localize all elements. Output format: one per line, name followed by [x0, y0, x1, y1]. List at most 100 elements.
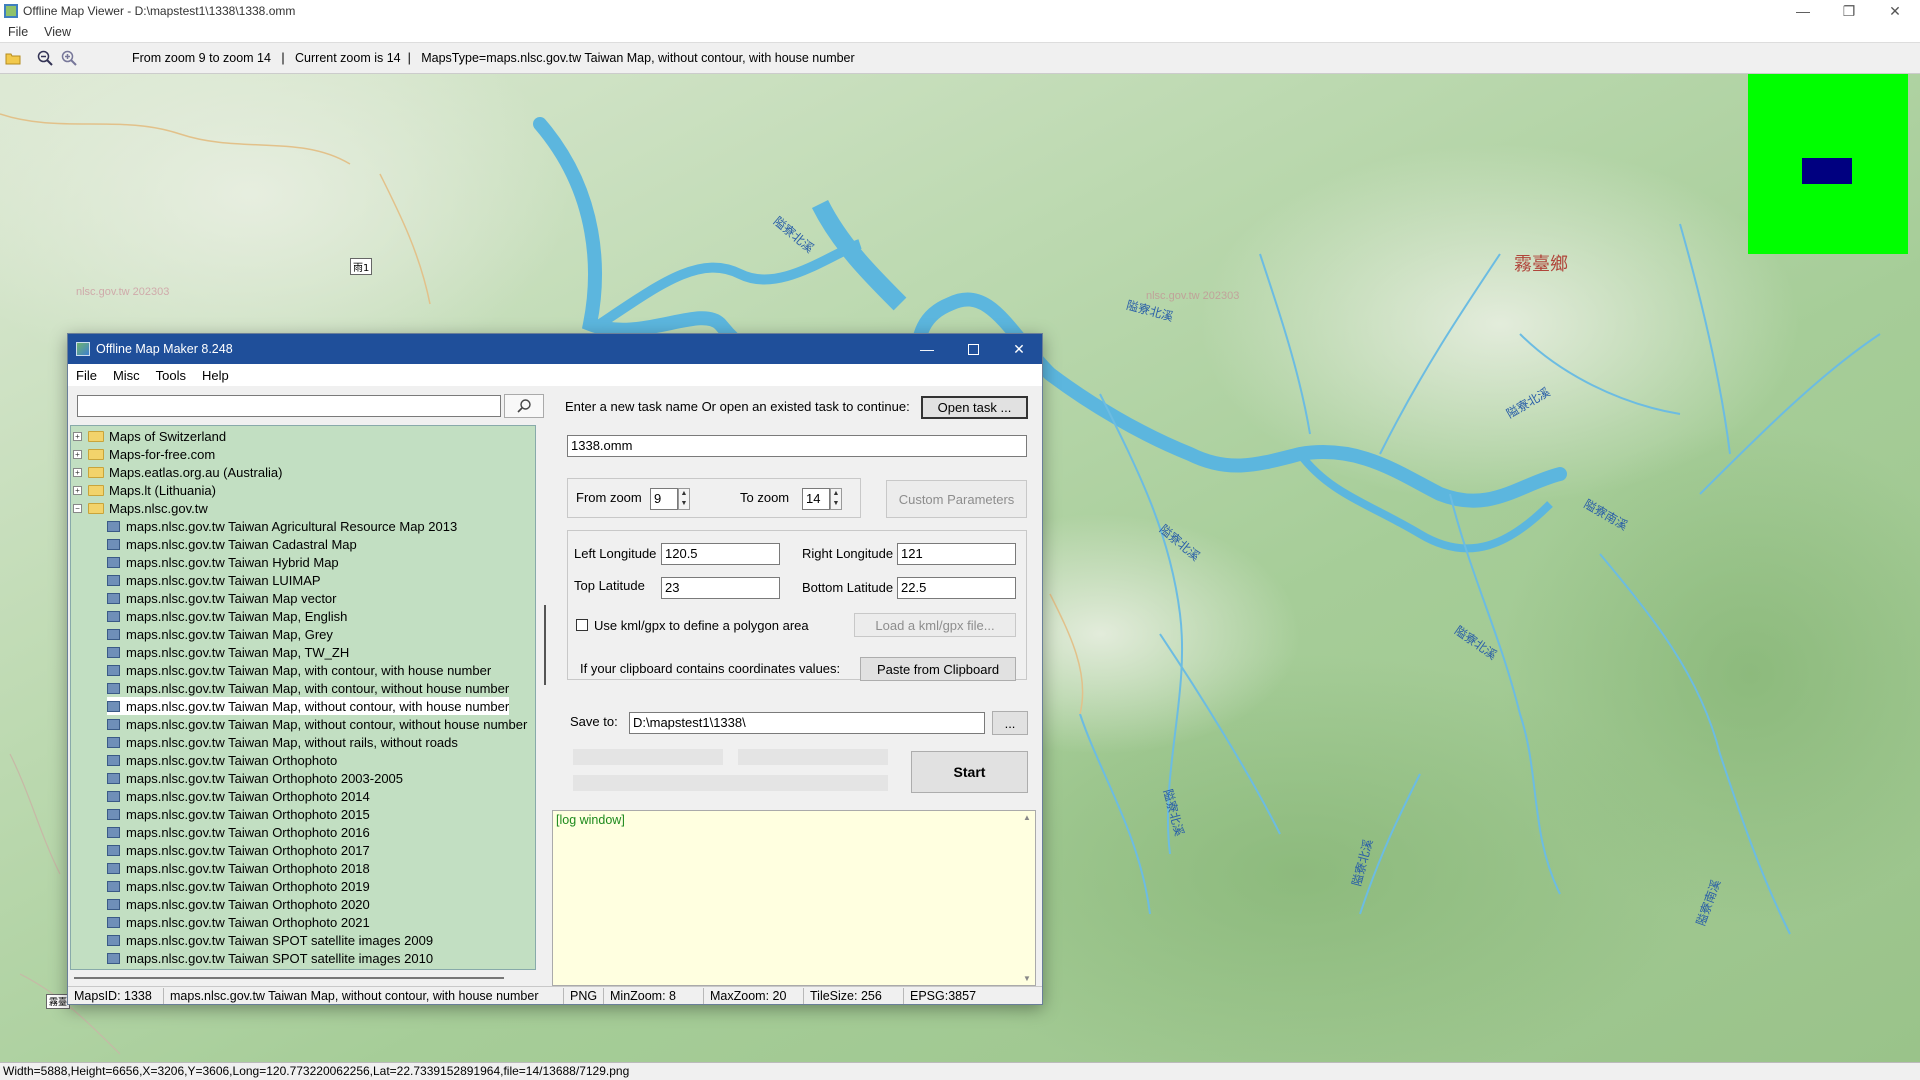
map-search-input[interactable]: [77, 395, 501, 417]
tree-map-item[interactable]: maps.nlsc.gov.tw Taiwan Orthophoto 2018: [107, 859, 370, 877]
tree-folder-item[interactable]: + Maps-for-free.com: [73, 445, 215, 463]
zoom-in-icon[interactable]: [58, 47, 80, 69]
main-toolbar: From zoom 9 to zoom 14 | Current zoom is…: [0, 42, 1920, 74]
tree-map-item[interactable]: maps.nlsc.gov.tw Taiwan Map, without con…: [107, 715, 527, 733]
close-button[interactable]: ✕: [1872, 0, 1918, 22]
bottom-latitude-input[interactable]: 22.5: [897, 577, 1016, 599]
task-name-input[interactable]: 1338.omm: [567, 435, 1027, 457]
tree-map-item[interactable]: maps.nlsc.gov.tw Taiwan LUIMAP: [107, 571, 321, 589]
from-zoom-spinner[interactable]: ▲ ▼: [678, 488, 690, 510]
save-to-label: Save to:: [570, 714, 618, 729]
expand-icon[interactable]: +: [73, 449, 82, 459]
tree-map-item[interactable]: maps.nlsc.gov.tw Taiwan SPOT satellite i…: [107, 931, 433, 949]
left-longitude-input[interactable]: 120.5: [661, 543, 780, 565]
map-icon: [107, 718, 120, 730]
tree-map-item[interactable]: maps.nlsc.gov.tw Taiwan Map, with contou…: [107, 679, 509, 697]
paste-clipboard-button[interactable]: Paste from Clipboard: [860, 657, 1016, 681]
dialog-close-button[interactable]: ✕: [996, 334, 1042, 364]
tree-map-item[interactable]: maps.nlsc.gov.tw Taiwan Map, without rai…: [107, 733, 458, 751]
search-button[interactable]: [504, 394, 544, 418]
menu-file[interactable]: File: [0, 25, 36, 39]
log-window[interactable]: [log window]: [552, 810, 1036, 986]
app-icon: [4, 4, 18, 18]
tree-map-item[interactable]: maps.nlsc.gov.tw Taiwan SPOT satellite i…: [107, 949, 433, 967]
map-watermark: nlsc.gov.tw 202303: [1146, 290, 1240, 302]
tree-map-item[interactable]: maps.nlsc.gov.tw Taiwan Map, Grey: [107, 625, 333, 643]
tree-folder-item[interactable]: − Maps.nlsc.gov.tw: [73, 499, 208, 517]
tree-map-item[interactable]: maps.nlsc.gov.tw Taiwan Map, without con…: [107, 697, 510, 715]
from-zoom-input[interactable]: 9: [650, 488, 678, 510]
tree-item-label: maps.nlsc.gov.tw Taiwan Map, TW_ZH: [126, 644, 350, 660]
dialog-menu-file[interactable]: File: [68, 368, 105, 383]
tree-map-item[interactable]: maps.nlsc.gov.tw Taiwan Agricultural Res…: [107, 517, 457, 535]
tree-item-label: maps.nlsc.gov.tw Taiwan Agricultural Res…: [126, 518, 458, 534]
tree-horizontal-scrollbar[interactable]: [70, 970, 536, 986]
tree-map-item[interactable]: maps.nlsc.gov.tw Taiwan Orthophoto: [107, 751, 337, 769]
tree-map-item[interactable]: maps.nlsc.gov.tw Taiwan Orthophoto 2015: [107, 805, 370, 823]
tree-map-item[interactable]: maps.nlsc.gov.tw Taiwan Orthophoto 2021: [107, 913, 370, 931]
open-folder-icon[interactable]: [2, 47, 24, 69]
map-icon: [107, 952, 120, 964]
folder-icon: [88, 466, 104, 478]
tree-map-item[interactable]: maps.nlsc.gov.tw Taiwan Map, with contou…: [107, 661, 491, 679]
tree-item-label: maps.nlsc.gov.tw Taiwan LUIMAP: [126, 572, 321, 588]
tree-map-item[interactable]: maps.nlsc.gov.tw Taiwan Map vector: [107, 589, 337, 607]
tree-item-label: maps.nlsc.gov.tw Taiwan Map, English: [126, 608, 348, 624]
main-menubar: File View: [0, 22, 1920, 42]
tree-folder-item[interactable]: + Maps.eatlas.org.au (Australia): [73, 463, 282, 481]
to-zoom-spinner[interactable]: ▲ ▼: [830, 488, 842, 510]
tree-map-item[interactable]: maps.nlsc.gov.tw Taiwan Orthophoto 2019: [107, 877, 370, 895]
map-icon: [107, 700, 120, 712]
open-task-button[interactable]: Open task ...: [921, 396, 1028, 419]
to-zoom-input[interactable]: 14: [802, 488, 830, 510]
tree-item-label: Maps.nlsc.gov.tw: [109, 500, 208, 516]
tree-map-item[interactable]: maps.nlsc.gov.tw Taiwan Orthophoto 2016: [107, 823, 370, 841]
minimap-viewport[interactable]: [1802, 158, 1852, 184]
tree-map-item[interactable]: maps.nlsc.gov.tw Taiwan Orthophoto 2017: [107, 841, 370, 859]
zoom-out-icon[interactable]: [34, 47, 56, 69]
dialog-statusbar: MapsID: 1338 maps.nlsc.gov.tw Taiwan Map…: [68, 986, 1042, 1004]
tree-item-label: maps.nlsc.gov.tw Taiwan Orthophoto 2017: [126, 842, 370, 858]
maximize-button[interactable]: ❐: [1826, 0, 1872, 22]
log-scrollbar[interactable]: ▲ ▼: [1020, 811, 1035, 985]
to-zoom-label: To zoom: [740, 490, 790, 505]
offline-map-maker-dialog: Offline Map Maker 8.248 — ✕ File Misc To…: [67, 333, 1043, 1005]
expand-icon[interactable]: +: [73, 485, 82, 495]
collapse-icon[interactable]: −: [73, 503, 82, 513]
load-kml-button[interactable]: Load a kml/gpx file...: [854, 613, 1016, 637]
progress-bar: [573, 775, 888, 791]
task-prompt-label: Enter a new task name Or open an existed…: [565, 399, 910, 414]
dialog-menu-tools[interactable]: Tools: [148, 368, 194, 383]
status-maps-type: maps.nlsc.gov.tw Taiwan Map, without con…: [164, 987, 564, 1004]
expand-icon[interactable]: +: [73, 467, 82, 477]
minimize-button[interactable]: —: [1780, 0, 1826, 22]
right-longitude-input[interactable]: 121: [897, 543, 1016, 565]
tree-map-item[interactable]: maps.nlsc.gov.tw Taiwan Orthophoto 2014: [107, 787, 370, 805]
browse-button[interactable]: ...: [992, 711, 1028, 735]
map-source-tree[interactable]: + Maps of Switzerland + Maps-for-free.com + M…: [70, 425, 536, 970]
dialog-minimize-button[interactable]: —: [904, 334, 950, 364]
save-path-input[interactable]: D:\mapstest1\1338\: [629, 712, 985, 734]
map-icon: [107, 736, 120, 748]
tree-scrollbar[interactable]: [540, 425, 550, 970]
tree-item-label: Maps.lt (Lithuania): [109, 482, 216, 498]
tree-map-item[interactable]: maps.nlsc.gov.tw Taiwan Map, English: [107, 607, 347, 625]
tree-map-item[interactable]: maps.nlsc.gov.tw Taiwan Orthophoto 2003-…: [107, 769, 403, 787]
tree-folder-item[interactable]: + Maps of Switzerland: [73, 427, 226, 445]
expand-icon[interactable]: +: [73, 431, 82, 441]
tree-map-item[interactable]: maps.nlsc.gov.tw Taiwan Cadastral Map: [107, 535, 357, 553]
start-button[interactable]: Start: [911, 751, 1028, 793]
dialog-app-icon: [76, 342, 90, 356]
tree-map-item[interactable]: maps.nlsc.gov.tw Taiwan Hybrid Map: [107, 553, 339, 571]
top-latitude-input[interactable]: 23: [661, 577, 780, 599]
tree-folder-item[interactable]: + Maps.lt (Lithuania): [73, 481, 216, 499]
menu-view[interactable]: View: [36, 25, 79, 39]
tree-map-item[interactable]: maps.nlsc.gov.tw Taiwan Map, TW_ZH: [107, 643, 349, 661]
tree-map-item[interactable]: maps.nlsc.gov.tw Taiwan Orthophoto 2020: [107, 895, 370, 913]
dialog-menu-misc[interactable]: Misc: [105, 368, 148, 383]
custom-parameters-button[interactable]: Custom Parameters: [886, 480, 1027, 518]
log-text: [log window]: [556, 813, 625, 827]
dialog-maximize-button[interactable]: [950, 334, 996, 364]
dialog-menu-help[interactable]: Help: [194, 368, 237, 383]
kml-checkbox[interactable]: [576, 619, 588, 631]
